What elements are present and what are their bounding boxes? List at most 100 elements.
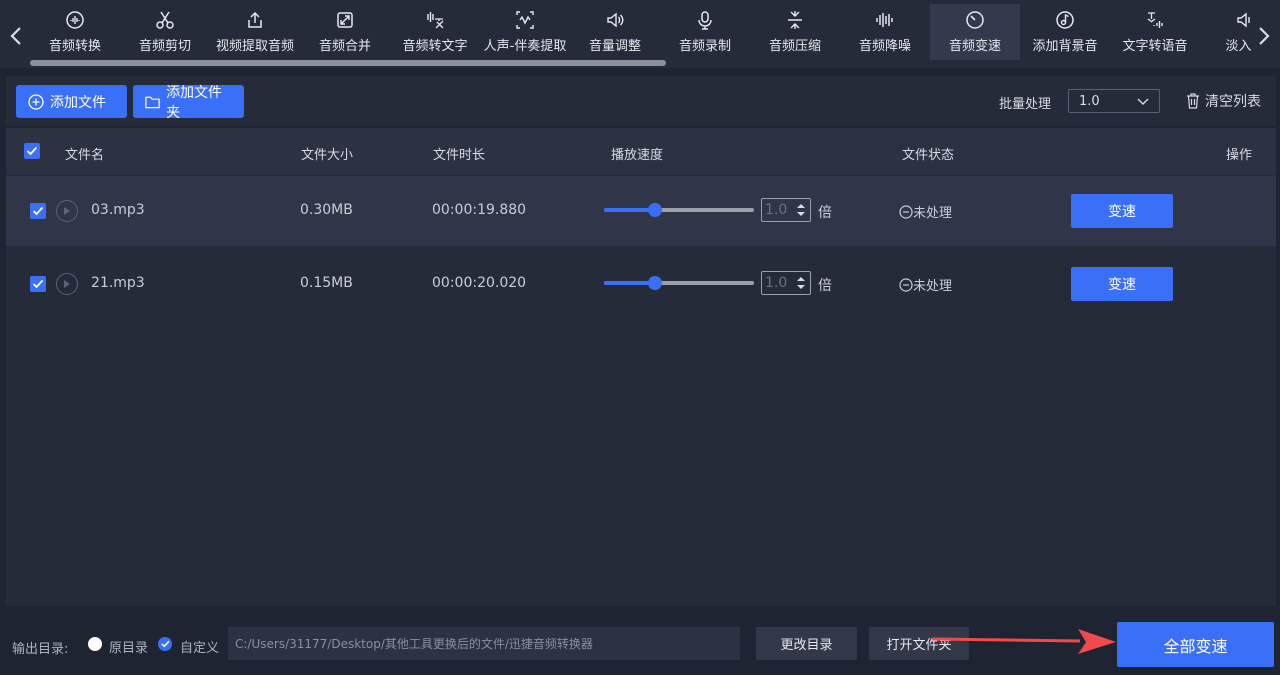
speed-value: 1.0 [765, 202, 788, 218]
play-icon [64, 207, 70, 215]
tool-list: 音频转换 音频剪切 视频提取音频 音频合并 音频转文字 人声-伴奏提取 音量调整 [30, 4, 1252, 60]
tool-label: 音频变速 [948, 39, 1001, 54]
tool-toolbar: 音频转换 音频剪切 视频提取音频 音频合并 音频转文字 人声-伴奏提取 音量调整 [0, 0, 1280, 68]
speed-change-button[interactable]: 变速 [1071, 194, 1173, 228]
file-size: 0.15MB [300, 275, 353, 291]
speed-stepper[interactable]: 1.0 [761, 271, 811, 295]
batch-label: 批量处理 [999, 97, 1052, 112]
file-duration: 00:00:19.880 [432, 202, 527, 218]
file-status: 未处理 [899, 202, 952, 221]
voice-extract-icon [515, 10, 535, 30]
speed-slider[interactable] [604, 276, 754, 290]
tool-label: 音量调整 [588, 39, 641, 54]
status-label: 未处理 [913, 279, 953, 294]
scroll-right-button[interactable] [1250, 18, 1278, 54]
speed-unit: 倍 [818, 278, 832, 294]
compress-icon [785, 10, 805, 30]
tool-label: 音频转文字 [402, 39, 468, 54]
slider-thumb[interactable] [648, 203, 662, 217]
play-button[interactable] [56, 200, 78, 222]
row-checkbox[interactable] [30, 203, 46, 219]
merge-icon [335, 10, 355, 30]
convert-all-button[interactable]: 全部变速 [1117, 622, 1274, 667]
radio-custom-dir[interactable] [158, 637, 172, 651]
tool-noise-reduce[interactable]: 音频降噪 [840, 4, 930, 60]
tool-volume-adjust[interactable]: 音量调整 [570, 4, 660, 60]
tool-video-extract[interactable]: 视频提取音频 [210, 4, 300, 60]
stepper-arrows-icon[interactable] [796, 201, 806, 219]
tool-add-bgm[interactable]: 添加背景音 [1020, 4, 1110, 60]
speed-slider[interactable] [604, 203, 754, 217]
minus-circle-icon [899, 277, 913, 292]
speed-unit: 倍 [818, 205, 832, 221]
tool-audio-to-text[interactable]: 音频转文字 [390, 4, 480, 60]
plus-circle-icon [28, 93, 44, 110]
tool-label: 文字转语音 [1122, 39, 1188, 54]
folder-icon [145, 96, 160, 108]
chevron-right-icon [1259, 27, 1270, 45]
output-dir-label: 输出目录: [12, 642, 69, 657]
header-file-status: 文件状态 [902, 148, 955, 163]
header-play-speed: 播放速度 [611, 148, 664, 163]
output-bar: 输出目录: 原目录 自定义 更改目录 打开文件夹 全部变速 [0, 610, 1280, 675]
speed-dial-icon [965, 10, 985, 30]
checkmark-icon [32, 206, 44, 216]
speed-value: 1.0 [765, 275, 788, 291]
tool-fade[interactable]: 淡入淡 [1200, 4, 1252, 60]
batch-speed-select[interactable]: 1.0 [1068, 89, 1160, 113]
stepper-arrows-icon[interactable] [796, 274, 806, 292]
add-file-label: 添加文件 [50, 94, 106, 111]
action-bar: 添加文件 添加文件夹 批量处理 1.0 清空列表 [6, 76, 1276, 126]
waveform-icon [875, 10, 895, 30]
tool-audio-compress[interactable]: 音频压缩 [750, 4, 840, 60]
tool-audio-speed[interactable]: 音频变速 [930, 4, 1020, 60]
add-folder-button[interactable]: 添加文件夹 [133, 85, 244, 121]
clear-list-label: 清空列表 [1205, 94, 1261, 110]
change-dir-button[interactable]: 更改目录 [756, 627, 857, 660]
file-name: 21.mp3 [91, 275, 145, 291]
tool-label: 音频降噪 [858, 39, 911, 54]
radio-original-label: 原目录 [109, 641, 149, 656]
checkmark-icon [160, 640, 170, 648]
scroll-left-button[interactable] [2, 18, 30, 54]
tool-label: 音频转换 [48, 39, 101, 54]
header-file-name: 文件名 [65, 148, 105, 163]
checkmark-icon [32, 279, 44, 289]
radio-original-dir[interactable] [88, 637, 102, 651]
scissors-icon [155, 10, 175, 30]
tool-label: 人声-伴奏提取 [483, 39, 567, 54]
file-name: 03.mp3 [91, 202, 145, 218]
row-checkbox[interactable] [30, 276, 46, 292]
output-path-field[interactable] [228, 627, 740, 660]
select-all-checkbox[interactable] [24, 143, 40, 159]
music-note-icon [1055, 10, 1075, 30]
tool-audio-cut[interactable]: 音频剪切 [120, 4, 210, 60]
chevron-down-icon [1137, 98, 1149, 105]
file-size: 0.30MB [300, 202, 353, 218]
add-file-button[interactable]: 添加文件 [16, 85, 127, 118]
slider-thumb[interactable] [648, 276, 662, 290]
tool-voice-extract[interactable]: 人声-伴奏提取 [480, 4, 570, 60]
radio-custom-label: 自定义 [180, 641, 220, 656]
add-folder-label: 添加文件夹 [166, 84, 223, 121]
microphone-icon [695, 10, 715, 30]
tool-audio-convert[interactable]: 音频转换 [30, 4, 120, 60]
speed-stepper[interactable]: 1.0 [761, 198, 811, 222]
header-file-duration: 文件时长 [433, 148, 486, 163]
play-button[interactable] [56, 273, 78, 295]
checkmark-icon [26, 146, 38, 156]
tool-audio-record[interactable]: 音频录制 [660, 4, 750, 60]
table-row: 03.mp3 0.30MB 00:00:19.880 1.0 倍 未处理 变速 [6, 176, 1276, 246]
clear-list-button[interactable]: 清空列表 [1186, 91, 1261, 111]
tool-label: 淡入淡 [1225, 39, 1252, 54]
tool-label: 视频提取音频 [215, 39, 294, 54]
speed-change-button[interactable]: 变速 [1071, 267, 1173, 301]
toolbar-scrollbar[interactable] [30, 60, 666, 66]
text-to-speech-icon [1145, 10, 1165, 30]
volume-icon [605, 10, 625, 30]
audio-to-text-icon [425, 10, 445, 30]
chevron-left-icon [10, 27, 21, 45]
table-header: 文件名 文件大小 文件时长 播放速度 文件状态 操作 [6, 128, 1276, 175]
tool-audio-merge[interactable]: 音频合并 [300, 4, 390, 60]
tool-text-to-speech[interactable]: 文字转语音 [1110, 4, 1200, 60]
